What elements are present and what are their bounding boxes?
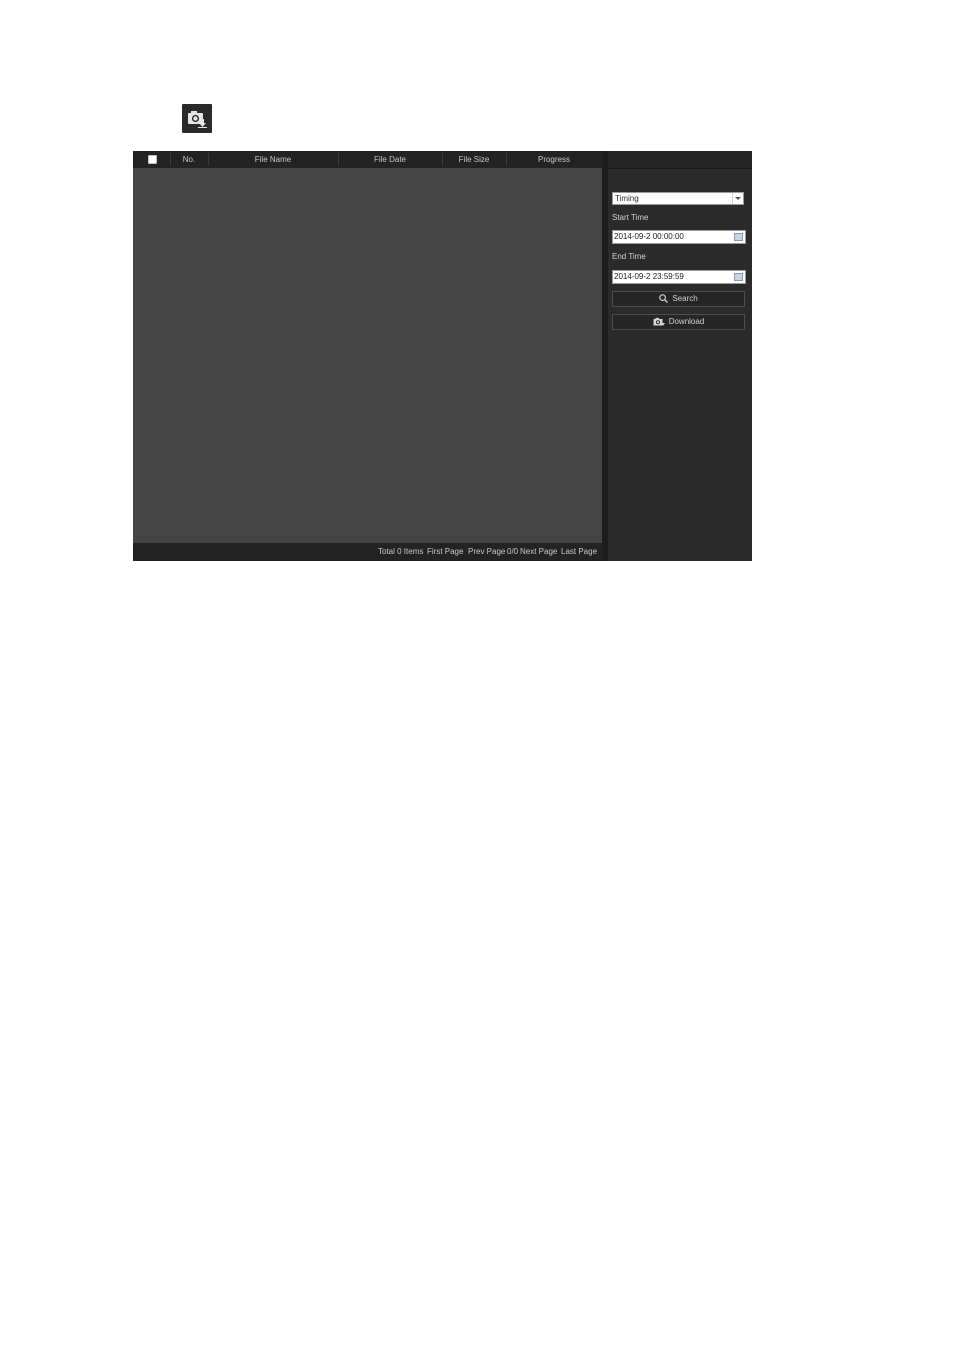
first-page-link[interactable]: First Page — [427, 543, 463, 561]
search-icon — [659, 293, 669, 303]
search-button[interactable]: Search — [612, 291, 745, 307]
capture-type-value: Timing — [615, 194, 639, 203]
column-header-file-size[interactable]: File Size — [442, 151, 506, 168]
chevron-down-icon[interactable] — [732, 193, 742, 204]
file-list-pane: No. File Name File Date File Size Progre… — [133, 151, 602, 561]
search-panel: Timing Start Time 2014-09-2 00:00:00 End… — [608, 151, 752, 558]
capture-download-icon — [188, 111, 207, 128]
table-header: No. File Name File Date File Size Progre… — [133, 151, 602, 168]
search-button-label: Search — [672, 294, 698, 303]
end-time-label: End Time — [612, 252, 646, 261]
column-header-file-date[interactable]: File Date — [338, 151, 442, 168]
start-time-field[interactable]: 2014-09-2 00:00:00 — [612, 230, 746, 244]
capture-download-button[interactable] — [182, 104, 212, 133]
search-panel-header — [608, 151, 752, 169]
file-list-body[interactable] — [133, 168, 602, 543]
calendar-icon[interactable] — [734, 233, 743, 241]
column-header-file-name[interactable]: File Name — [208, 151, 338, 168]
calendar-icon[interactable] — [734, 273, 743, 281]
column-header-no[interactable]: No. — [170, 151, 208, 168]
page-indicator: 0/0 — [507, 547, 519, 556]
capture-download-window: No. File Name File Date File Size Progre… — [133, 151, 752, 561]
download-button[interactable]: Download — [612, 314, 745, 330]
next-page-link[interactable]: Next Page — [520, 543, 557, 561]
total-items-label: Total 0 Items — [378, 547, 424, 556]
start-time-value: 2014-09-2 00:00:00 — [614, 232, 684, 241]
end-time-field[interactable]: 2014-09-2 23:59:59 — [612, 270, 746, 284]
start-time-label: Start Time — [612, 213, 649, 222]
download-button-label: Download — [668, 317, 705, 326]
prev-page-link[interactable]: Prev Page — [468, 543, 505, 561]
last-page-link[interactable]: Last Page — [561, 543, 597, 561]
pagination-bar: Total 0 Items First Page Prev Page 0/0 N… — [133, 543, 602, 561]
capture-type-select[interactable]: Timing — [612, 192, 744, 205]
camera-download-icon — [653, 317, 665, 326]
select-all-checkbox[interactable] — [148, 155, 157, 164]
end-time-value: 2014-09-2 23:59:59 — [614, 272, 684, 281]
column-header-progress[interactable]: Progress — [506, 151, 602, 168]
